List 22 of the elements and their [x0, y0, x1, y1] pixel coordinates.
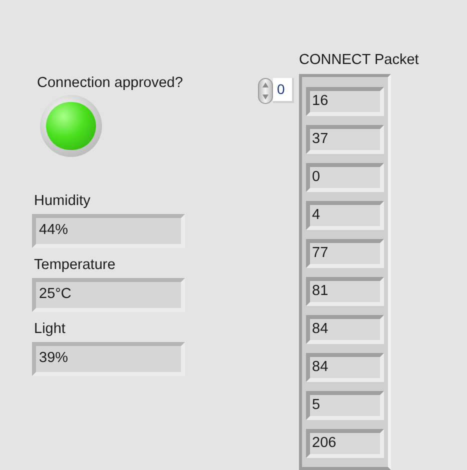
indicator-field: 25°C	[32, 278, 185, 312]
indicator-field: 39%	[32, 342, 185, 376]
down-arrow-icon	[262, 94, 269, 100]
array-label: CONNECT Packet	[299, 51, 419, 69]
indicator-label: Light	[34, 320, 66, 338]
array-element: 206	[306, 429, 384, 458]
array-element: 81	[306, 277, 384, 306]
array-element: 84	[306, 353, 384, 382]
led-label: Connection approved?	[37, 74, 184, 92]
array-element: 5	[306, 391, 384, 420]
indicator-field: 44%	[32, 214, 185, 248]
array-element: 0	[306, 163, 384, 192]
index-spinner[interactable]	[258, 78, 273, 104]
indicator-label: Temperature	[34, 256, 116, 274]
array-element: 37	[306, 125, 384, 154]
indicator-label: Humidity	[34, 192, 92, 210]
up-arrow-icon	[262, 82, 269, 88]
index-field[interactable]: 0	[273, 78, 294, 103]
array-element: 16	[306, 87, 384, 116]
array-element: 77	[306, 239, 384, 268]
array-element: 84	[306, 315, 384, 344]
array-element: 4	[306, 201, 384, 230]
